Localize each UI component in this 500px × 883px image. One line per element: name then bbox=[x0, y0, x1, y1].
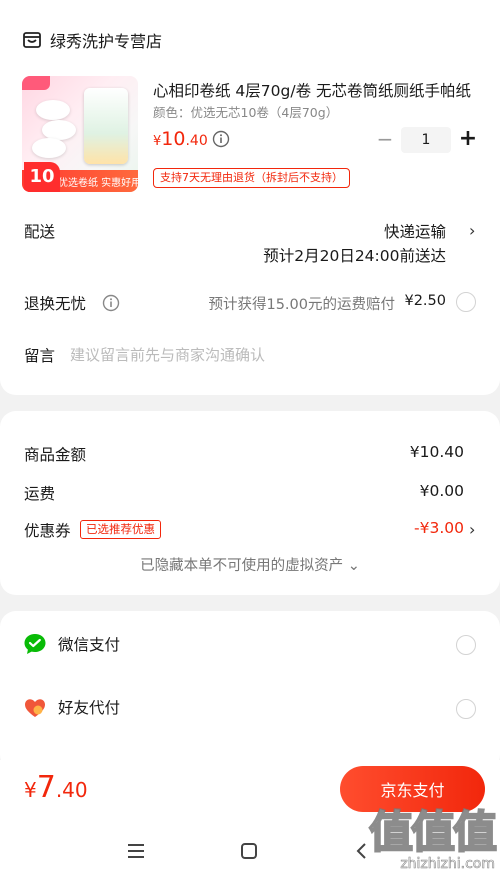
store-icon bbox=[23, 32, 41, 48]
coupon-value[interactable]: -¥3.00 bbox=[414, 519, 464, 537]
thumb-tag bbox=[22, 76, 50, 90]
delivery-method[interactable]: 快递运输 bbox=[384, 220, 446, 242]
coupon-tag[interactable]: 已选推荐优惠 bbox=[80, 520, 161, 539]
goods-amount-value: ¥10.40 bbox=[409, 443, 464, 461]
hidden-assets-toggle[interactable]: 已隐藏本单不可使用的虚拟资产 ⌄ bbox=[0, 554, 500, 575]
exchange-info-icon[interactable] bbox=[102, 294, 120, 312]
exchange-description: 预计获得15.00元的运费赔付 bbox=[208, 297, 395, 313]
delivery-eta[interactable]: 预计2月20日24:00前送达 bbox=[263, 244, 446, 266]
quantity-decrease-button[interactable]: − bbox=[375, 128, 395, 152]
note-label: 留言 bbox=[24, 347, 56, 365]
order-total: ¥7.40 bbox=[24, 770, 88, 805]
exchange-label: 退换无忧 bbox=[24, 295, 87, 313]
price-info-icon[interactable] bbox=[212, 130, 230, 148]
menu-icon[interactable] bbox=[121, 836, 151, 866]
friend-pay-heart-icon bbox=[25, 699, 45, 717]
shipping-fee-value: ¥0.00 bbox=[419, 482, 464, 500]
home-icon[interactable] bbox=[234, 836, 264, 866]
product-variant[interactable]: 颜色：优选无芯10卷（4层70g） bbox=[153, 102, 338, 121]
goods-amount-label: 商品金额 bbox=[24, 446, 87, 464]
thumb-caption: 优选卷纸 实惠好用 bbox=[58, 178, 138, 189]
chevron-right-icon[interactable]: › bbox=[469, 221, 475, 240]
order-card: 绿秀洗护专营店 优选卷纸 实惠好用 10 心相印卷纸 4层70g/卷 无芯卷筒纸… bbox=[0, 0, 500, 395]
exchange-radio[interactable] bbox=[456, 292, 476, 312]
product-thumbnail[interactable]: 优选卷纸 实惠好用 10 bbox=[22, 76, 138, 192]
delivery-label: 配送 bbox=[24, 223, 56, 241]
friend-pay-label[interactable]: 好友代付 bbox=[58, 696, 120, 718]
quantity-increase-button[interactable]: + bbox=[458, 126, 478, 152]
summary-card: 商品金额 ¥10.40 运费 ¥0.00 优惠券 已选推荐优惠 -¥3.00 ›… bbox=[0, 411, 500, 595]
back-icon[interactable] bbox=[347, 836, 377, 866]
thumb-count: 10 bbox=[24, 162, 60, 192]
wechat-pay-label[interactable]: 微信支付 bbox=[58, 633, 120, 655]
return-policy-badge: 支持7天无理由退货（拆封后不支持） bbox=[153, 168, 350, 188]
wechat-pay-icon bbox=[24, 634, 46, 654]
exchange-price: ¥2.50 bbox=[404, 293, 446, 309]
note-input[interactable] bbox=[70, 343, 470, 367]
shipping-fee-label: 运费 bbox=[24, 485, 56, 503]
product-price: ¥10.40 bbox=[153, 128, 208, 150]
store-name[interactable]: 绿秀洗护专营店 bbox=[50, 28, 162, 52]
coupon-label: 优惠券 bbox=[24, 522, 71, 540]
tissue-pack-image bbox=[84, 88, 128, 164]
payment-card: 微信支付 好友代付 bbox=[0, 611, 500, 771]
chevron-right-icon[interactable]: › bbox=[469, 520, 475, 539]
quantity-input[interactable]: 1 bbox=[401, 127, 451, 153]
wechat-pay-radio[interactable] bbox=[456, 635, 476, 655]
product-title[interactable]: 心相印卷纸 4层70g/卷 无芯卷筒纸厕纸手帕纸 bbox=[153, 79, 478, 101]
friend-pay-radio[interactable] bbox=[456, 699, 476, 719]
